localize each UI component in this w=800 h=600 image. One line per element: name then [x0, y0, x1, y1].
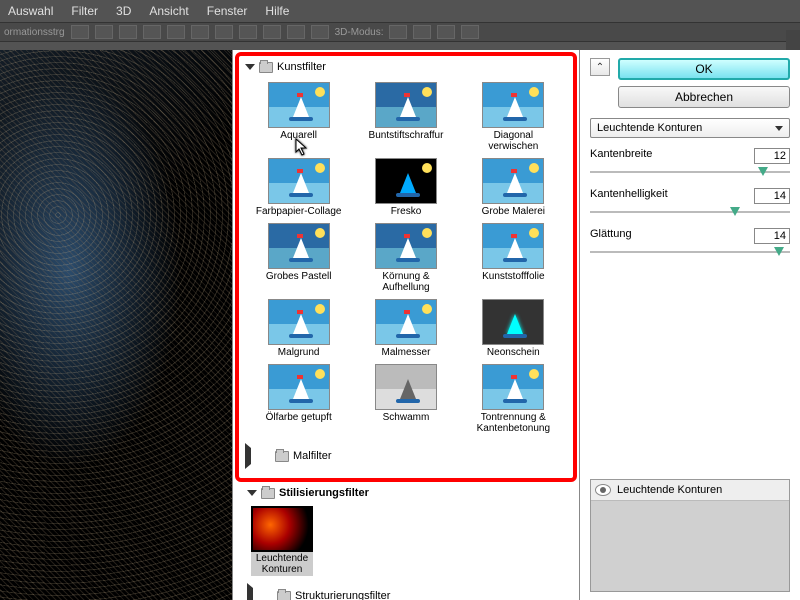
filter-select-dropdown[interactable]: Leuchtende Konturen	[590, 118, 790, 138]
filter-layers-panel: Leuchtende Konturen	[590, 479, 790, 592]
zoom-toggle-button[interactable]: ⌃	[590, 58, 610, 76]
filter-thumb-leuchtende-konturen[interactable]: Leuchtende Konturen	[251, 506, 313, 576]
tool-icon[interactable]	[461, 25, 479, 39]
disclosure-down-icon	[247, 490, 257, 496]
filter-thumb-tontrennung-kantenbetonung[interactable]: Tontrennung & Kantenbetonung	[462, 364, 565, 434]
filter-preview[interactable]	[0, 50, 232, 600]
tool-icon[interactable]	[263, 25, 281, 39]
slider-handle[interactable]	[774, 247, 784, 256]
menu-fenster[interactable]: Fenster	[207, 4, 248, 18]
filter-thumb-diagonal-verwischen[interactable]: Diagonal verwischen	[462, 82, 565, 152]
filter-thumb-malgrund[interactable]: Malgrund	[247, 299, 350, 358]
visibility-eye-icon[interactable]	[595, 484, 611, 496]
filter-layers-empty	[591, 501, 789, 591]
annotation-highlight: Kunstfilter Aquarell Buntstiftschraffur …	[235, 52, 577, 482]
slider-handle[interactable]	[758, 167, 768, 176]
filter-thumb-fresko[interactable]: Fresko	[354, 158, 457, 217]
slider-label: Kantenhelligkeit	[590, 188, 668, 204]
slider-track[interactable]	[590, 246, 790, 258]
slider-track[interactable]	[590, 206, 790, 218]
category-label: Malfilter	[293, 450, 332, 462]
toolbar-left-label: ormationsstrg	[4, 27, 65, 38]
menu-filter[interactable]: Filter	[71, 4, 98, 18]
tool-icon[interactable]	[143, 25, 161, 39]
slider-value-input[interactable]	[754, 188, 790, 204]
filter-gallery-dialog: Kunstfilter Aquarell Buntstiftschraffur …	[0, 50, 800, 600]
category-malfilter-header[interactable]: Malfilter	[243, 440, 569, 472]
filter-thumb-buntstiftschraffur[interactable]: Buntstiftschraffur	[354, 82, 457, 152]
menu-ansicht[interactable]: Ansicht	[149, 4, 188, 18]
category-strukturierungsfilter-header[interactable]: Strukturierungsfilter	[241, 580, 571, 600]
tool-icon[interactable]	[437, 25, 455, 39]
filter-thumb-farbpapier-collage[interactable]: Farbpapier-Collage	[247, 158, 350, 217]
kunstfilter-grid: Aquarell Buntstiftschraffur Diagonal ver…	[243, 76, 569, 440]
tool-icon[interactable]	[311, 25, 329, 39]
category-stilisierungsfilter-header[interactable]: Stilisierungsfilter	[241, 484, 571, 502]
slider-glaettung: Glättung	[590, 228, 790, 258]
slider-handle[interactable]	[730, 207, 740, 216]
cancel-button[interactable]: Abbrechen	[618, 86, 790, 108]
filter-thumb-grobes-pastell[interactable]: Grobes Pastell	[247, 223, 350, 293]
filter-thumb-koernung-aufhellung[interactable]: Körnung & Aufhellung	[354, 223, 457, 293]
slider-value-input[interactable]	[754, 148, 790, 164]
ok-button[interactable]: OK	[618, 58, 790, 80]
category-label: Stilisierungsfilter	[279, 487, 369, 499]
disclosure-right-icon	[247, 583, 273, 600]
filter-thumb-kunststofffolie[interactable]: Kunststofffolie	[462, 223, 565, 293]
filter-layer-label: Leuchtende Konturen	[617, 484, 722, 496]
tool-icon[interactable]	[389, 25, 407, 39]
tool-icon[interactable]	[167, 25, 185, 39]
slider-label: Kantenbreite	[590, 148, 652, 164]
dropdown-value: Leuchtende Konturen	[597, 122, 702, 134]
filter-thumb-aquarell[interactable]: Aquarell	[247, 82, 350, 152]
folder-icon	[275, 451, 289, 462]
filter-thumb-grobe-malerei[interactable]: Grobe Malerei	[462, 158, 565, 217]
options-toolbar: ormationsstrg 3D-Modus:	[0, 22, 800, 42]
category-label: Kunstfilter	[277, 61, 326, 73]
slider-label: Glättung	[590, 228, 632, 244]
menubar: Auswahl Filter 3D Ansicht Fenster Hilfe	[0, 0, 800, 22]
disclosure-right-icon	[245, 443, 271, 469]
filter-thumb-malmesser[interactable]: Malmesser	[354, 299, 457, 358]
folder-icon	[259, 62, 273, 73]
tool-icon[interactable]	[215, 25, 233, 39]
slider-kantenhelligkeit: Kantenhelligkeit	[590, 188, 790, 218]
filter-layer-row[interactable]: Leuchtende Konturen	[591, 480, 789, 501]
slider-kantenbreite: Kantenbreite	[590, 148, 790, 178]
tool-icon[interactable]	[413, 25, 431, 39]
toolbar-3d-label: 3D-Modus:	[335, 27, 384, 38]
slider-value-input[interactable]	[754, 228, 790, 244]
collapse-icon: ⌃	[596, 62, 604, 73]
filter-categories-panel: Kunstfilter Aquarell Buntstiftschraffur …	[232, 50, 580, 600]
category-kunstfilter-header[interactable]: Kunstfilter	[243, 58, 569, 76]
tool-icon[interactable]	[95, 25, 113, 39]
tool-icon[interactable]	[287, 25, 305, 39]
category-label: Strukturierungsfilter	[295, 590, 390, 600]
chevron-down-icon	[775, 126, 783, 131]
filter-thumb-neonschein[interactable]: Neonschein	[462, 299, 565, 358]
filter-options-panel: ⌃ OK Abbrechen Leuchtende Konturen Kante…	[580, 50, 800, 600]
filter-thumb-schwamm[interactable]: Schwamm	[354, 364, 457, 434]
menu-auswahl[interactable]: Auswahl	[8, 4, 53, 18]
folder-icon	[261, 488, 275, 499]
menu-3d[interactable]: 3D	[116, 4, 131, 18]
folder-icon	[277, 591, 291, 600]
menu-hilfe[interactable]: Hilfe	[265, 4, 289, 18]
tool-icon[interactable]	[71, 25, 89, 39]
tool-icon[interactable]	[239, 25, 257, 39]
disclosure-down-icon	[245, 64, 255, 70]
tool-icon[interactable]	[191, 25, 209, 39]
filter-thumb-oelfarbe-getupft[interactable]: Ölfarbe getupft	[247, 364, 350, 434]
tool-icon[interactable]	[119, 25, 137, 39]
slider-track[interactable]	[590, 166, 790, 178]
